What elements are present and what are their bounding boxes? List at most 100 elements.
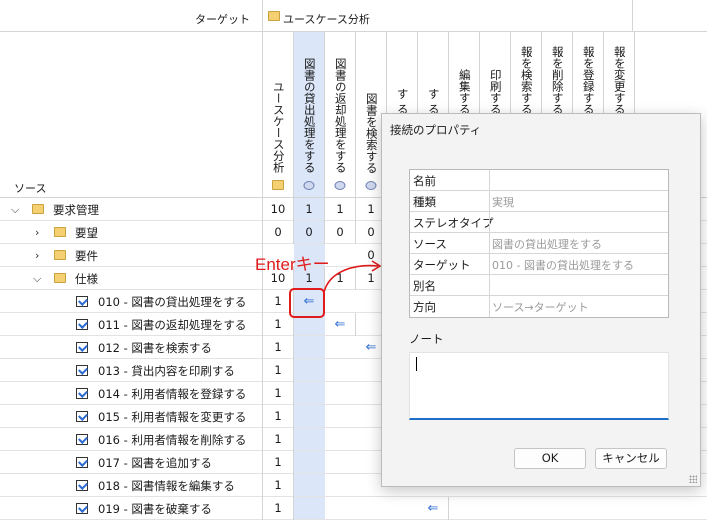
property-row[interactable]: ソース 図書の貸出処理をする <box>410 233 668 254</box>
folder-icon <box>54 250 66 260</box>
property-value: 010 - 図書の貸出処理をする <box>492 259 634 272</box>
property-key: ソース <box>413 237 447 251</box>
property-key: 方向 <box>413 300 436 314</box>
folder-icon <box>32 204 44 214</box>
column-header-usecase-analysis[interactable]: ユースケース分析 <box>263 32 294 198</box>
tree-row-label: 要求管理 <box>53 203 99 217</box>
matrix-cell[interactable]: 1 <box>263 497 294 520</box>
property-row[interactable]: 種類 実現 <box>410 191 668 212</box>
property-key: 種類 <box>413 195 436 209</box>
tree-row-label: 要件 <box>75 249 98 263</box>
property-row[interactable]: ステレオタイプ <box>410 212 668 233</box>
matrix-cell[interactable]: 1 <box>263 313 294 336</box>
column-header-label: 図書の貸出処理をする <box>302 58 317 173</box>
requirement-icon <box>76 434 88 445</box>
ok-button[interactable]: OK <box>514 448 586 469</box>
chevron-right-icon[interactable]: › <box>35 249 39 262</box>
resize-grip-icon[interactable] <box>689 475 697 483</box>
requirement-icon <box>76 480 88 491</box>
property-row[interactable]: 名前 <box>410 170 668 191</box>
relationship-matrix: ターゲット ユースケース分析 ソース ユースケース分析 図書の貸出処理をする 図… <box>0 0 707 531</box>
property-value: ソース→ターゲット <box>492 301 589 314</box>
chevron-right-icon[interactable]: › <box>35 226 39 239</box>
column-header-label: 印刷する <box>488 69 503 115</box>
column-header-label: 図書を検索する <box>364 92 379 174</box>
realization-arrow-icon[interactable]: ⇐ <box>325 313 356 336</box>
note-label: ノート <box>409 332 444 346</box>
column-header-return[interactable]: 図書の返却処理をする <box>325 32 356 198</box>
tree-row-label: 要望 <box>75 226 98 240</box>
property-key: 別名 <box>413 279 436 293</box>
element-row-label: 014 - 利用者情報を登録する <box>98 387 247 401</box>
property-key: 名前 <box>413 174 436 188</box>
matrix-cell[interactable]: 1 <box>263 474 294 497</box>
column-header-label: ユースケース分析 <box>271 81 286 173</box>
property-row[interactable]: 別名 <box>410 275 668 296</box>
property-row[interactable]: ターゲット 010 - 図書の貸出処理をする <box>410 254 668 275</box>
matrix-cell[interactable]: 0 <box>294 221 325 244</box>
folder-icon <box>272 180 284 190</box>
divider <box>489 254 490 275</box>
selected-cell-highlight-box <box>289 288 325 318</box>
requirement-icon <box>76 319 88 330</box>
element-row-label: 018 - 図書情報を編集する <box>98 479 235 493</box>
row-name-cell <box>0 221 263 244</box>
divider <box>489 170 490 191</box>
matrix-cell[interactable]: 1 <box>263 359 294 382</box>
property-value: 実現 <box>492 196 514 209</box>
matrix-cell[interactable]: 10 <box>263 198 294 221</box>
matrix-cell[interactable]: 0 <box>325 221 356 244</box>
enter-key-annotation: Enterキー <box>255 255 330 274</box>
chevron-down-icon[interactable]: ⌵ <box>33 272 41 286</box>
column-header-label: 報を登録する <box>581 46 596 115</box>
divider <box>489 233 490 254</box>
element-row[interactable]: 019 - 図書を破棄する 1 ⇐ <box>0 497 707 520</box>
requirement-icon <box>76 411 88 422</box>
row-name-cell <box>0 244 263 267</box>
note-textarea[interactable] <box>409 352 669 420</box>
matrix-cell[interactable]: 1 <box>263 405 294 428</box>
element-row-label: 017 - 図書を追加する <box>98 456 212 470</box>
divider <box>489 275 490 296</box>
requirement-icon <box>76 365 88 376</box>
folder-icon <box>54 273 66 283</box>
divider <box>489 212 490 233</box>
requirement-icon <box>76 342 88 353</box>
cancel-button[interactable]: キャンセル <box>595 448 667 469</box>
property-value: 図書の貸出処理をする <box>492 238 602 251</box>
matrix-cell[interactable]: 0 <box>263 221 294 244</box>
tree-row-label: 仕様 <box>75 272 98 286</box>
folder-icon <box>268 11 280 21</box>
column-header-label: 報を削除する <box>550 46 565 115</box>
column-header-label: す る <box>426 88 441 115</box>
usecase-group-label: ユースケース分析 <box>283 13 370 26</box>
realization-arrow-icon[interactable]: ⇐ <box>418 497 449 520</box>
chevron-down-icon[interactable]: ⌵ <box>11 203 19 217</box>
divider <box>489 191 490 212</box>
matrix-cell[interactable]: 1 <box>294 198 325 221</box>
element-row-label: 015 - 利用者情報を変更する <box>98 410 247 424</box>
column-header-label: 報を変更する <box>612 46 627 115</box>
matrix-cell[interactable]: 1 <box>263 336 294 359</box>
matrix-cell[interactable]: 1 <box>325 198 356 221</box>
column-header-label: 編集する <box>457 69 472 115</box>
usecase-ellipse-icon <box>303 181 315 190</box>
column-header-lend[interactable]: 図書の貸出処理をする <box>294 32 325 198</box>
usecase-group-header[interactable]: ユースケース分析 <box>263 0 633 32</box>
matrix-cell[interactable]: 1 <box>263 382 294 405</box>
property-key: ステレオタイプ <box>413 216 494 230</box>
matrix-cell[interactable]: 1 <box>263 428 294 451</box>
element-row-label: 016 - 利用者情報を削除する <box>98 433 247 447</box>
text-caret <box>416 357 417 371</box>
source-header-cell: ソース <box>0 32 263 198</box>
element-row-label: 012 - 図書を検索する <box>98 341 212 355</box>
annotation-arrow-icon <box>323 260 382 293</box>
requirement-icon <box>76 457 88 468</box>
property-row[interactable]: 方向 ソース→ターゲット <box>410 296 668 317</box>
column-header-label: 図書の返却処理をする <box>333 58 348 173</box>
connector-properties-dialog: 接続のプロパティ 名前種類 実現ステレオタイプ ソース 図書の貸出処理をするターゲット… <box>381 113 701 487</box>
source-header-label: ソース <box>14 182 47 195</box>
dialog-title: 接続のプロパティ <box>390 123 482 137</box>
requirement-icon <box>76 388 88 399</box>
matrix-cell[interactable]: 1 <box>263 451 294 474</box>
